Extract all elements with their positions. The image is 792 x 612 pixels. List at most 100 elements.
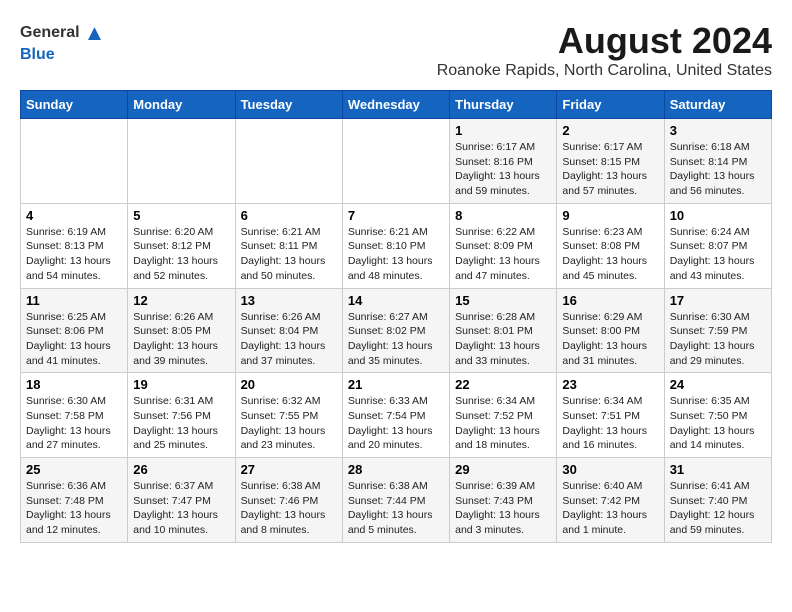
logo-blue-text: Blue — [20, 46, 55, 64]
day-info: Sunrise: 6:28 AMSunset: 8:01 PMDaylight:… — [455, 310, 551, 369]
calendar-cell: 10Sunrise: 6:24 AMSunset: 8:07 PMDayligh… — [664, 203, 771, 288]
page-header: General ▲ Blue August 2024 Roanoke Rapid… — [20, 20, 772, 80]
day-info: Sunrise: 6:33 AMSunset: 7:54 PMDaylight:… — [348, 394, 444, 453]
day-number: 23 — [562, 377, 658, 392]
calendar-cell: 4Sunrise: 6:19 AMSunset: 8:13 PMDaylight… — [21, 203, 128, 288]
day-number: 22 — [455, 377, 551, 392]
calendar-cell: 28Sunrise: 6:38 AMSunset: 7:44 PMDayligh… — [342, 458, 449, 543]
day-info: Sunrise: 6:21 AMSunset: 8:11 PMDaylight:… — [241, 225, 337, 284]
calendar-cell: 12 Sunrise: 6:26 AMSunset: 8:05 PMDayligh… — [128, 288, 235, 373]
day-info: Sunrise: 6:19 AMSunset: 8:13 PMDaylight:… — [26, 225, 122, 284]
calendar-cell: 26 Sunrise: 6:37 AMSunset: 7:47 PMDayligh… — [128, 458, 235, 543]
day-number: 17 — [670, 293, 766, 308]
day-number: 19 — [133, 377, 229, 392]
calendar-week-row: 11Sunrise: 6:25 AMSunset: 8:06 PMDayligh… — [21, 288, 772, 373]
calendar-cell: 13Sunrise: 6:26 AMSunset: 8:04 PMDayligh… — [235, 288, 342, 373]
calendar-cell: 6 Sunrise: 6:21 AMSunset: 8:11 PMDaylight… — [235, 203, 342, 288]
day-info: Sunrise: 6:17 AMSunset: 8:15 PMDaylight:… — [562, 140, 658, 199]
calendar-cell: 9Sunrise: 6:23 AMSunset: 8:08 PMDaylight… — [557, 203, 664, 288]
calendar-header-monday: Monday — [128, 91, 235, 119]
day-info: Sunrise: 6:27 AMSunset: 8:02 PMDaylight:… — [348, 310, 444, 369]
calendar-cell: 19 Sunrise: 6:31 AMSunset: 7:56 PMDayligh… — [128, 373, 235, 458]
day-number: 26 — [133, 462, 229, 477]
day-number: 15 — [455, 293, 551, 308]
calendar-header-wednesday: Wednesday — [342, 91, 449, 119]
day-info: Sunrise: 6:31 AMSunset: 7:56 PMDaylight:… — [133, 394, 229, 453]
day-info: Sunrise: 6:34 AMSunset: 7:52 PMDaylight:… — [455, 394, 551, 453]
day-number: 30 — [562, 462, 658, 477]
day-info: Sunrise: 6:34 AMSunset: 7:51 PMDaylight:… — [562, 394, 658, 453]
day-info: Sunrise: 6:38 AMSunset: 7:46 PMDaylight:… — [241, 479, 337, 538]
calendar-cell: 17 Sunrise: 6:30 AMSunset: 7:59 PMDayligh… — [664, 288, 771, 373]
calendar-cell: 29 Sunrise: 6:39 AMSunset: 7:43 PMDayligh… — [450, 458, 557, 543]
calendar-week-row: 18Sunrise: 6:30 AMSunset: 7:58 PMDayligh… — [21, 373, 772, 458]
day-info: Sunrise: 6:37 AMSunset: 7:47 PMDaylight:… — [133, 479, 229, 538]
calendar-cell: 16 Sunrise: 6:29 AMSunset: 8:00 PMDayligh… — [557, 288, 664, 373]
calendar-cell: 11Sunrise: 6:25 AMSunset: 8:06 PMDayligh… — [21, 288, 128, 373]
day-info: Sunrise: 6:18 AMSunset: 8:14 PMDaylight:… — [670, 140, 766, 199]
day-info: Sunrise: 6:20 AMSunset: 8:12 PMDaylight:… — [133, 225, 229, 284]
day-number: 7 — [348, 208, 444, 223]
calendar-header-saturday: Saturday — [664, 91, 771, 119]
day-info: Sunrise: 6:22 AMSunset: 8:09 PMDaylight:… — [455, 225, 551, 284]
calendar-cell: 2 Sunrise: 6:17 AMSunset: 8:15 PMDaylight… — [557, 119, 664, 204]
calendar-cell: 1Sunrise: 6:17 AMSunset: 8:16 PMDaylight… — [450, 119, 557, 204]
calendar-cell: 31 Sunrise: 6:41 AMSunset: 7:40 PMDayligh… — [664, 458, 771, 543]
logo: General ▲ Blue — [20, 20, 105, 64]
calendar-cell — [128, 119, 235, 204]
calendar-cell: 8Sunrise: 6:22 AMSunset: 8:09 PMDaylight… — [450, 203, 557, 288]
day-number: 2 — [562, 123, 658, 138]
calendar-header-friday: Friday — [557, 91, 664, 119]
day-number: 9 — [562, 208, 658, 223]
calendar-cell: 7 Sunrise: 6:21 AMSunset: 8:10 PMDaylight… — [342, 203, 449, 288]
day-info: Sunrise: 6:40 AMSunset: 7:42 PMDaylight:… — [562, 479, 658, 538]
logo-bird-icon: ▲ — [84, 20, 106, 46]
day-number: 13 — [241, 293, 337, 308]
day-info: Sunrise: 6:26 AMSunset: 8:05 PMDaylight:… — [133, 310, 229, 369]
day-info: Sunrise: 6:41 AMSunset: 7:40 PMDaylight:… — [670, 479, 766, 538]
day-info: Sunrise: 6:17 AMSunset: 8:16 PMDaylight:… — [455, 140, 551, 199]
day-info: Sunrise: 6:21 AMSunset: 8:10 PMDaylight:… — [348, 225, 444, 284]
day-info: Sunrise: 6:32 AMSunset: 7:55 PMDaylight:… — [241, 394, 337, 453]
day-info: Sunrise: 6:30 AMSunset: 7:59 PMDaylight:… — [670, 310, 766, 369]
day-number: 18 — [26, 377, 122, 392]
calendar-cell — [21, 119, 128, 204]
day-number: 16 — [562, 293, 658, 308]
calendar-cell: 30 Sunrise: 6:40 AMSunset: 7:42 PMDayligh… — [557, 458, 664, 543]
calendar-cell — [342, 119, 449, 204]
subtitle: Roanoke Rapids, North Carolina, United S… — [437, 62, 772, 80]
main-title: August 2024 — [437, 20, 772, 62]
calendar-cell: 24Sunrise: 6:35 AMSunset: 7:50 PMDayligh… — [664, 373, 771, 458]
calendar-cell: 14 Sunrise: 6:27 AMSunset: 8:02 PMDayligh… — [342, 288, 449, 373]
day-number: 6 — [241, 208, 337, 223]
calendar-cell: 25Sunrise: 6:36 AMSunset: 7:48 PMDayligh… — [21, 458, 128, 543]
day-number: 31 — [670, 462, 766, 477]
day-number: 28 — [348, 462, 444, 477]
calendar-cell: 21 Sunrise: 6:33 AMSunset: 7:54 PMDayligh… — [342, 373, 449, 458]
day-number: 14 — [348, 293, 444, 308]
day-info: Sunrise: 6:35 AMSunset: 7:50 PMDaylight:… — [670, 394, 766, 453]
calendar-cell: 3Sunrise: 6:18 AMSunset: 8:14 PMDaylight… — [664, 119, 771, 204]
day-number: 29 — [455, 462, 551, 477]
calendar-header-row: SundayMondayTuesdayWednesdayThursdayFrid… — [21, 91, 772, 119]
calendar-cell: 5 Sunrise: 6:20 AMSunset: 8:12 PMDaylight… — [128, 203, 235, 288]
calendar-table: SundayMondayTuesdayWednesdayThursdayFrid… — [20, 90, 772, 543]
day-number: 11 — [26, 293, 122, 308]
calendar-cell: 27 Sunrise: 6:38 AMSunset: 7:46 PMDayligh… — [235, 458, 342, 543]
calendar-week-row: 4Sunrise: 6:19 AMSunset: 8:13 PMDaylight… — [21, 203, 772, 288]
calendar-header-tuesday: Tuesday — [235, 91, 342, 119]
day-number: 21 — [348, 377, 444, 392]
day-info: Sunrise: 6:29 AMSunset: 8:00 PMDaylight:… — [562, 310, 658, 369]
day-number: 27 — [241, 462, 337, 477]
day-info: Sunrise: 6:36 AMSunset: 7:48 PMDaylight:… — [26, 479, 122, 538]
day-number: 20 — [241, 377, 337, 392]
day-info: Sunrise: 6:39 AMSunset: 7:43 PMDaylight:… — [455, 479, 551, 538]
calendar-week-row: 25Sunrise: 6:36 AMSunset: 7:48 PMDayligh… — [21, 458, 772, 543]
calendar-cell: 22 Sunrise: 6:34 AMSunset: 7:52 PMDayligh… — [450, 373, 557, 458]
calendar-week-row: 1Sunrise: 6:17 AMSunset: 8:16 PMDaylight… — [21, 119, 772, 204]
calendar-cell: 20 Sunrise: 6:32 AMSunset: 7:55 PMDayligh… — [235, 373, 342, 458]
calendar-header-thursday: Thursday — [450, 91, 557, 119]
title-section: August 2024 Roanoke Rapids, North Caroli… — [437, 20, 772, 80]
day-number: 5 — [133, 208, 229, 223]
day-number: 12 — [133, 293, 229, 308]
